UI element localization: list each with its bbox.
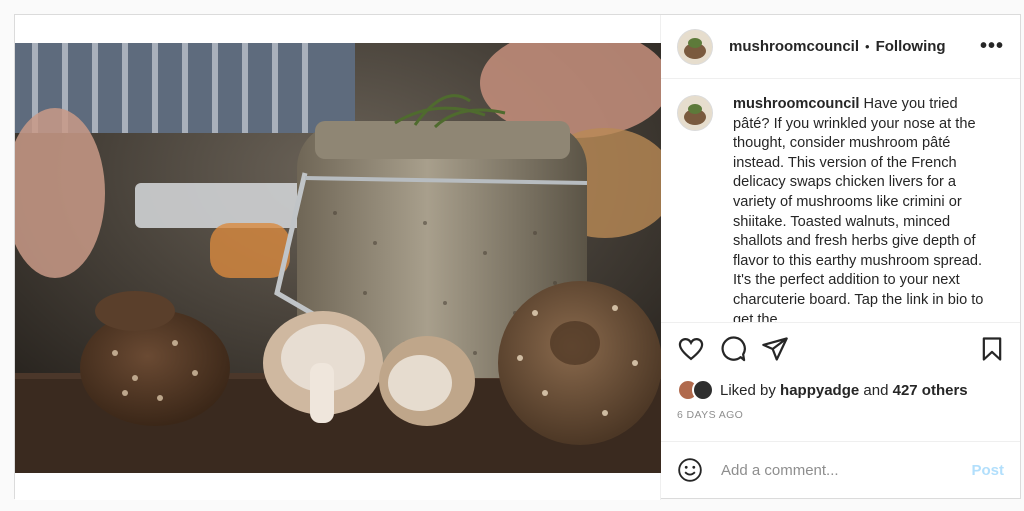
action-bar xyxy=(661,323,1020,375)
following-button[interactable]: Following xyxy=(876,38,946,55)
bookmark-icon[interactable] xyxy=(978,335,1006,363)
liked-others-link[interactable]: 427 others xyxy=(893,382,968,399)
caption-text: mushroomcouncil Have you tried pâté? If … xyxy=(733,95,995,322)
caption-avatar[interactable] xyxy=(677,95,713,131)
header-separator: • xyxy=(865,39,870,54)
caption-section: mushroomcouncil Have you tried pâté? If … xyxy=(661,79,1020,323)
mushroom-pate-image[interactable] xyxy=(15,43,661,473)
likes-text: Liked by happyadge and 427 others xyxy=(720,382,968,399)
header-username[interactable]: mushroomcouncil xyxy=(729,38,859,55)
post-timestamp[interactable]: 6 DAYS AGO xyxy=(661,405,1020,435)
post-sidebar: mushroomcouncil • Following ••• mushroom… xyxy=(661,15,1020,498)
post-card: mushroomcouncil • Following ••• mushroom… xyxy=(14,14,1021,500)
liked-user-link[interactable]: happyadge xyxy=(780,382,859,399)
post-button[interactable]: Post xyxy=(971,462,1004,479)
avatar-image xyxy=(678,96,712,130)
heart-icon[interactable] xyxy=(677,335,705,363)
comment-input[interactable] xyxy=(719,460,972,480)
caption-username[interactable]: mushroomcouncil xyxy=(733,96,860,112)
smiley-icon[interactable] xyxy=(677,457,703,483)
more-options-icon[interactable]: ••• xyxy=(980,35,1004,58)
caption-body: Have you tried pâté? If you wrinkled you… xyxy=(733,96,984,323)
liker-avatar xyxy=(692,379,714,401)
avatar-image xyxy=(678,29,712,64)
liked-and-label: and xyxy=(859,381,893,399)
post-photo[interactable] xyxy=(15,15,661,500)
avatar[interactable] xyxy=(677,28,713,65)
post-header: mushroomcouncil • Following ••• xyxy=(661,15,1020,79)
liked-by-label: Liked by xyxy=(720,381,781,399)
likes-row: Liked by happyadge and 427 others xyxy=(661,375,1020,405)
paper-plane-icon[interactable] xyxy=(761,335,789,363)
comment-icon[interactable] xyxy=(719,335,747,363)
comment-bar: Post xyxy=(661,441,1020,498)
